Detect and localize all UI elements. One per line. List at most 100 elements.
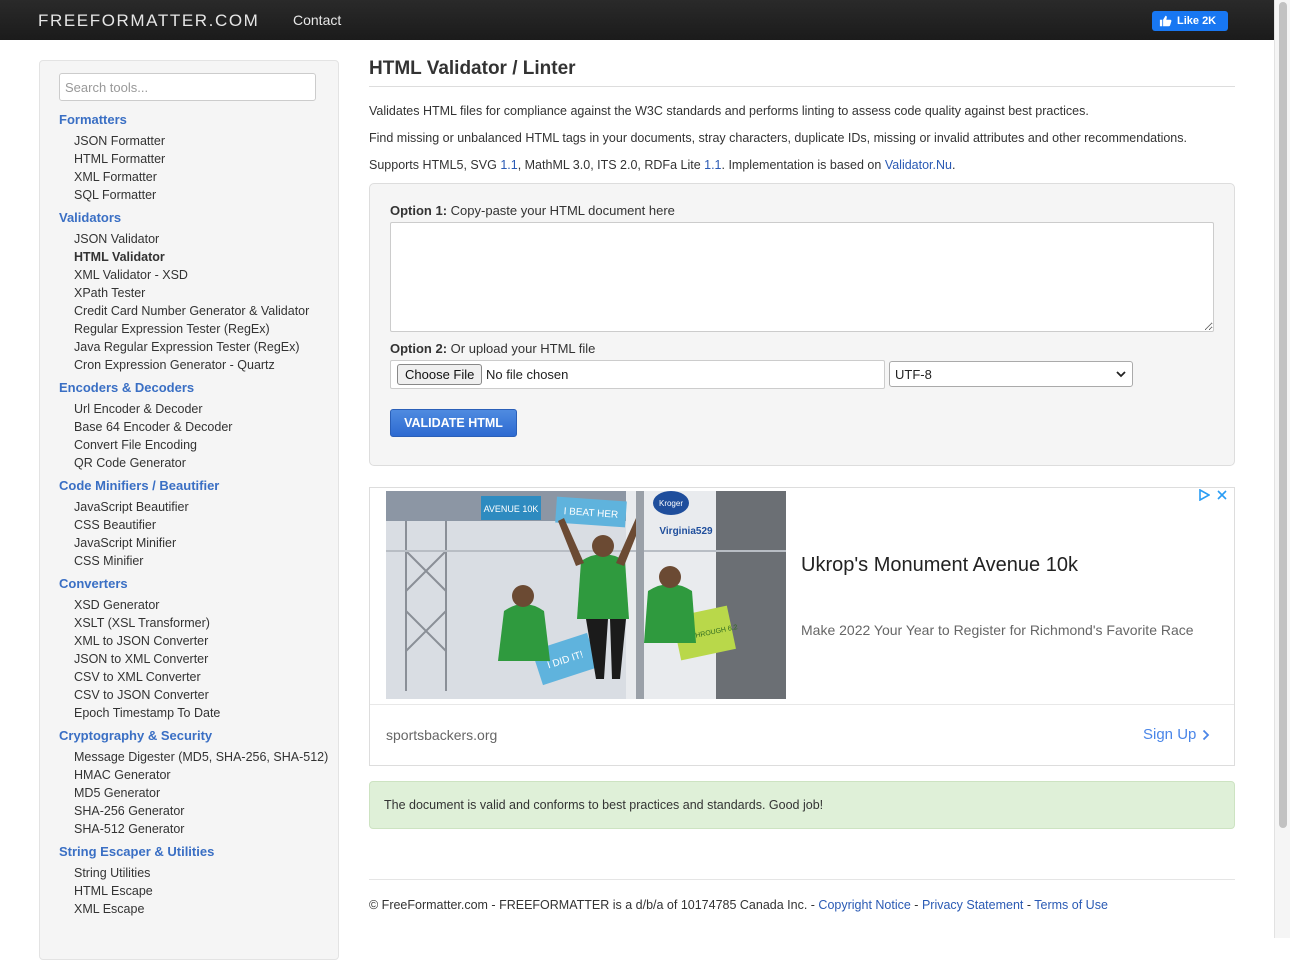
sidebar-item[interactable]: XML to JSON Converter bbox=[74, 632, 328, 650]
sidebar-item[interactable]: QR Code Generator bbox=[74, 454, 328, 472]
ad-sign-kroger: Kroger bbox=[659, 499, 683, 508]
sponsored-ad[interactable]: AVENUE 10K Kroger Virginia529 I BEAT HER… bbox=[369, 487, 1235, 766]
brand-logo-link[interactable]: FREEFORMATTER.COM bbox=[38, 11, 259, 31]
ad-signup-label: Sign Up bbox=[1143, 726, 1197, 743]
sidebar-item[interactable]: JSON to XML Converter bbox=[74, 650, 328, 668]
footer-separator: - bbox=[910, 898, 922, 912]
sidebar-item[interactable]: Url Encoder & Decoder bbox=[74, 400, 328, 418]
ad-description[interactable]: Make 2022 Your Year to Register for Rich… bbox=[801, 622, 1194, 638]
page-scrollbar[interactable] bbox=[1274, 0, 1290, 938]
sidebar-item[interactable]: Message Digester (MD5, SHA-256, SHA-512) bbox=[74, 748, 328, 766]
sidebar-item[interactable]: HTML Formatter bbox=[74, 150, 328, 168]
sidebar-tool-list: Formatters JSON Formatter HTML Formatter XM… bbox=[59, 111, 328, 920]
sidebar-item[interactable]: JavaScript Minifier bbox=[74, 534, 328, 552]
html-input-textarea[interactable] bbox=[390, 222, 1214, 332]
footer-separator: - bbox=[1023, 898, 1035, 912]
sidebar-category-3[interactable]: Code Minifiers / Beautifier bbox=[59, 477, 328, 495]
sidebar-item[interactable]: CSS Beautifier bbox=[74, 516, 328, 534]
sidebar-item[interactable]: Base 64 Encoder & Decoder bbox=[74, 418, 328, 436]
chevron-down-icon bbox=[1116, 371, 1126, 378]
sidebar-item[interactable]: XML Validator - XSD bbox=[74, 266, 328, 284]
sidebar-item[interactable]: HMAC Generator bbox=[74, 766, 328, 784]
encoding-select[interactable]: UTF-8 bbox=[889, 361, 1133, 387]
sidebar-category-items: String Utilities HTML Escape XML Escape bbox=[59, 864, 328, 918]
chevron-right-icon bbox=[1203, 729, 1210, 740]
supports-text-2: , MathML 3.0, ITS 2.0, RDFa Lite bbox=[517, 158, 705, 172]
footer: © FreeFormatter.com - FREEFORMATTER is a… bbox=[369, 898, 1108, 912]
footer-divider bbox=[369, 879, 1235, 880]
intro-paragraph-2: Find missing or unbalanced HTML tags in … bbox=[369, 131, 1187, 145]
svg-version-link[interactable]: 1.1 bbox=[500, 158, 517, 172]
sidebar-item[interactable]: Epoch Timestamp To Date bbox=[74, 704, 328, 722]
sidebar-item[interactable]: Credit Card Number Generator & Validator bbox=[74, 302, 328, 320]
file-upload-input[interactable]: Choose File No file chosen bbox=[390, 360, 885, 389]
sidebar-item[interactable]: CSV to JSON Converter bbox=[74, 686, 328, 704]
period-text: . bbox=[951, 158, 956, 172]
sidebar-item[interactable]: JavaScript Beautifier bbox=[74, 498, 328, 516]
page-title: HTML Validator / Linter bbox=[369, 58, 576, 79]
intro-paragraph-3: Supports HTML5, SVG 1.1, MathML 3.0, ITS… bbox=[369, 158, 955, 172]
sidebar-item[interactable]: CSV to XML Converter bbox=[74, 668, 328, 686]
sidebar-item[interactable]: MD5 Generator bbox=[74, 784, 328, 802]
ad-domain[interactable]: sportsbackers.org bbox=[386, 727, 497, 743]
terms-of-use-link[interactable]: Terms of Use bbox=[1034, 898, 1108, 912]
sidebar-category-1[interactable]: Validators bbox=[59, 209, 328, 227]
sidebar-item[interactable]: Cron Expression Generator - Quartz bbox=[74, 356, 328, 374]
validator-nu-link[interactable]: Validator.Nu bbox=[885, 158, 952, 172]
sidebar-item[interactable]: SQL Formatter bbox=[74, 186, 328, 204]
privacy-statement-link[interactable]: Privacy Statement bbox=[922, 898, 1023, 912]
option2-label: Option 2: Or upload your HTML file bbox=[390, 341, 595, 356]
sidebar-category-items: JSON Formatter HTML Formatter XML Formatte… bbox=[59, 132, 328, 204]
intro-paragraph-1: Validates HTML files for compliance agai… bbox=[369, 104, 1089, 118]
encoding-selected-value: UTF-8 bbox=[895, 367, 932, 382]
sidebar-category-0[interactable]: Formatters bbox=[59, 111, 328, 129]
sidebar-item[interactable]: XSLT (XSL Transformer) bbox=[74, 614, 328, 632]
option2-bold: Option 2: bbox=[390, 341, 448, 356]
sidebar-item[interactable]: XPath Tester bbox=[74, 284, 328, 302]
search-tools-input[interactable] bbox=[59, 73, 316, 101]
choose-file-button[interactable]: Choose File bbox=[397, 364, 483, 385]
option1-text: Copy-paste your HTML document here bbox=[447, 203, 675, 218]
ad-signup-button[interactable]: Sign Up bbox=[1143, 726, 1210, 743]
close-icon[interactable] bbox=[1216, 489, 1228, 501]
sidebar-category-2[interactable]: Encoders & Decoders bbox=[59, 379, 328, 397]
ad-sign-avenue: AVENUE 10K bbox=[484, 504, 539, 514]
option2-text: Or upload your HTML file bbox=[447, 341, 596, 356]
sidebar-item[interactable]: JSON Formatter bbox=[74, 132, 328, 150]
sidebar-category-6[interactable]: String Escaper & Utilities bbox=[59, 843, 328, 861]
sidebar-category-items: JSON Validator HTML Validator XML Validato… bbox=[59, 230, 328, 374]
sidebar-item[interactable]: HTML Validator bbox=[74, 248, 328, 266]
rdfa-version-link[interactable]: 1.1 bbox=[704, 158, 721, 172]
sidebar-category-items: Message Digester (MD5, SHA-256, SHA-512)… bbox=[59, 748, 328, 838]
sidebar-item[interactable]: SHA-256 Generator bbox=[74, 802, 328, 820]
like-count-label: Like 2K bbox=[1177, 15, 1217, 27]
ad-photo[interactable]: AVENUE 10K Kroger Virginia529 I BEAT HER… bbox=[386, 491, 786, 699]
sidebar-category-5[interactable]: Cryptography & Security bbox=[59, 727, 328, 745]
validation-success-alert: The document is valid and conforms to be… bbox=[369, 781, 1235, 829]
top-navbar: FREEFORMATTER.COM Contact Like 2K bbox=[0, 0, 1274, 40]
sidebar-category-4[interactable]: Converters bbox=[59, 575, 328, 593]
sidebar-item[interactable]: JSON Validator bbox=[74, 230, 328, 248]
validate-html-button[interactable]: VALIDATE HTML bbox=[390, 409, 517, 437]
ad-info-icon[interactable] bbox=[1198, 489, 1210, 501]
ad-choices[interactable] bbox=[1198, 489, 1228, 501]
sidebar-item[interactable]: XSD Generator bbox=[74, 596, 328, 614]
sidebar-item[interactable]: Java Regular Expression Tester (RegEx) bbox=[74, 338, 328, 356]
sidebar-item[interactable]: Convert File Encoding bbox=[74, 436, 328, 454]
scrollbar-thumb[interactable] bbox=[1279, 2, 1287, 828]
tools-sidebar: FormattersJSON FormatterHTML FormatterXM… bbox=[39, 60, 339, 960]
copyright-notice-link[interactable]: Copyright Notice bbox=[818, 898, 910, 912]
sidebar-item[interactable]: XML Escape bbox=[74, 900, 328, 918]
sidebar-item[interactable]: XML Formatter bbox=[74, 168, 328, 186]
thumbs-up-icon bbox=[1159, 15, 1172, 27]
sidebar-item[interactable]: SHA-512 Generator bbox=[74, 820, 328, 838]
sidebar-item[interactable]: CSS Minifier bbox=[74, 552, 328, 570]
ad-divider bbox=[370, 704, 1234, 705]
facebook-like-button[interactable]: Like 2K bbox=[1152, 11, 1228, 31]
sidebar-item[interactable]: HTML Escape bbox=[74, 882, 328, 900]
ad-headline[interactable]: Ukrop's Monument Avenue 10k bbox=[801, 554, 1078, 577]
nav-contact-link[interactable]: Contact bbox=[293, 12, 341, 28]
sidebar-item[interactable]: String Utilities bbox=[74, 864, 328, 882]
sidebar-item[interactable]: Regular Expression Tester (RegEx) bbox=[74, 320, 328, 338]
supports-text: Supports HTML5, SVG bbox=[369, 158, 501, 172]
